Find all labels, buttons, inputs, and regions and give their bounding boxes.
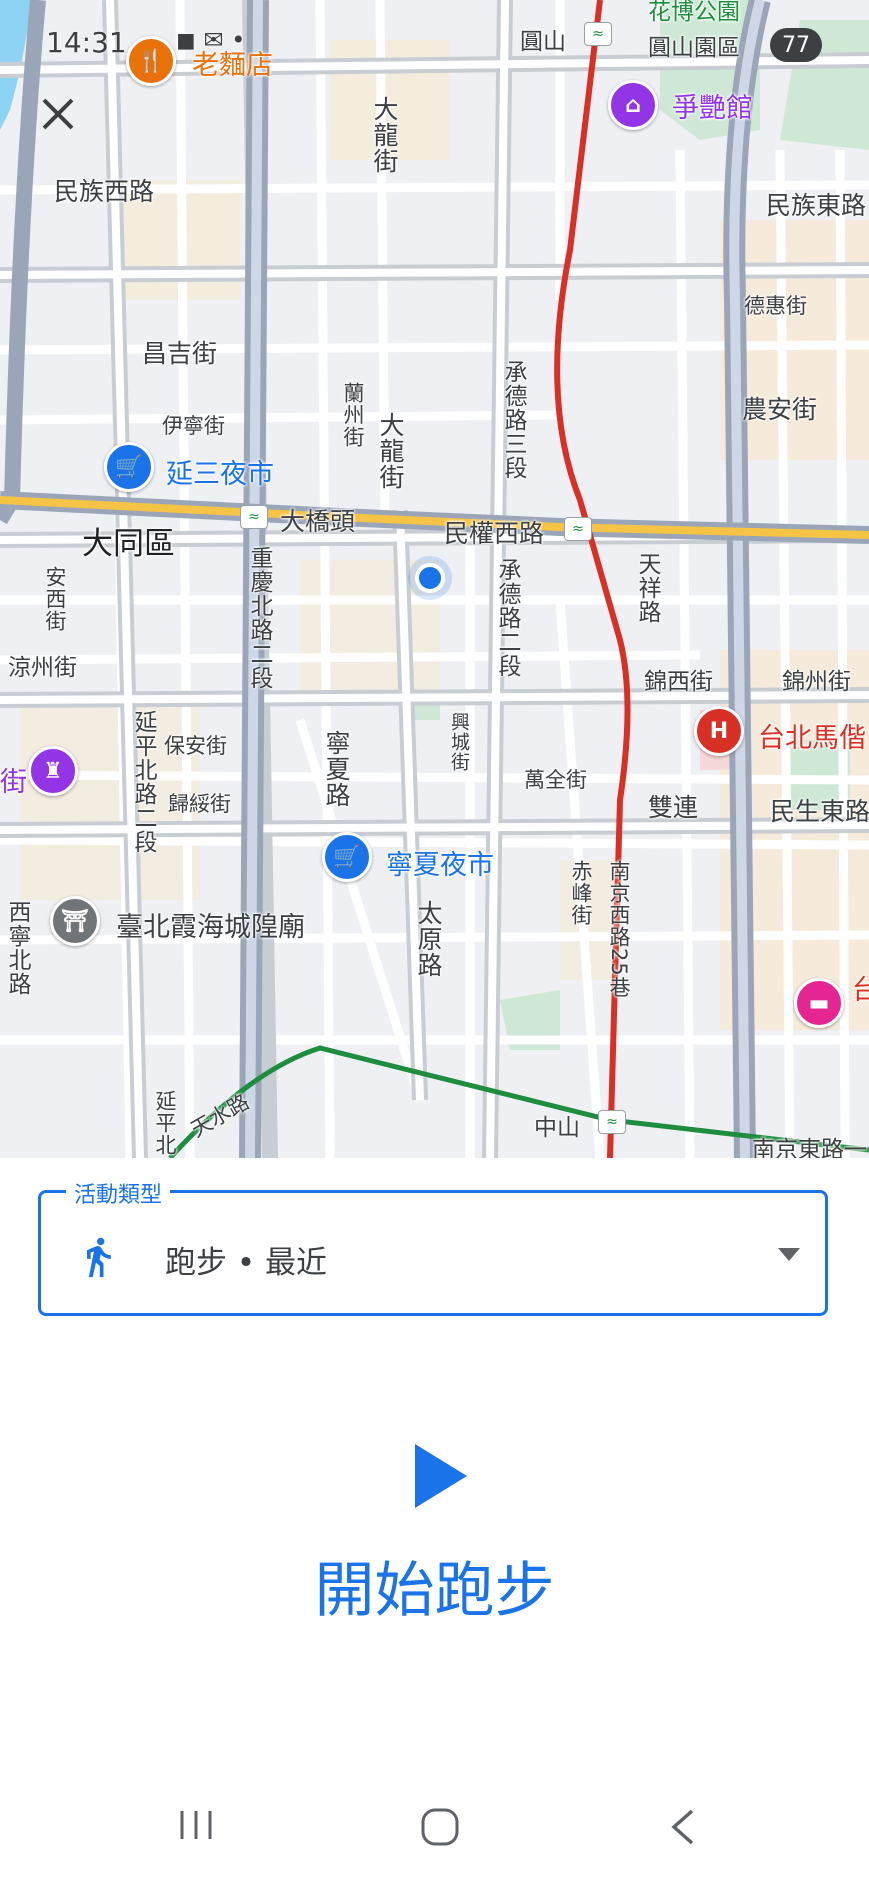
road-label: 西寧北路 xyxy=(4,900,30,996)
recent-apps-icon[interactable] xyxy=(176,1805,216,1845)
start-run-label[interactable]: 開始跑步 xyxy=(0,1542,869,1629)
dropdown-arrow-icon[interactable] xyxy=(778,1248,800,1261)
hospital-pin-icon[interactable]: H xyxy=(694,706,744,756)
road-label: 民生東路 xyxy=(770,797,869,826)
road-label: 延平北 xyxy=(153,1090,177,1156)
road-label: 南京西路25巷 xyxy=(607,860,631,999)
poi-ningxia-label[interactable]: 寧夏夜市 xyxy=(386,843,494,882)
road-label: 中山 xyxy=(534,1115,580,1141)
landmark-pin-icon[interactable]: ⌂ xyxy=(608,80,658,130)
metro-station-minquan-icon[interactable]: ≈ xyxy=(564,517,592,541)
road-label: 天祥路 xyxy=(634,552,660,624)
road-label: 寧夏路 xyxy=(322,730,351,808)
road-label: 民族東路 xyxy=(766,191,867,220)
road-label: 安西街 xyxy=(43,566,67,632)
poi-yansan-label[interactable]: 延三夜市 xyxy=(166,452,274,491)
road-label: 德惠街 xyxy=(744,294,807,318)
road-label: 農安街 xyxy=(742,395,818,424)
road-label: 承德路二段 xyxy=(494,558,520,678)
road-label: 興城街 xyxy=(448,712,470,772)
landmark-pin-icon[interactable]: ♜ xyxy=(28,746,78,796)
road-label: 重慶北路二段 xyxy=(246,546,272,690)
close-button[interactable] xyxy=(40,96,88,144)
poi-zhengyan-label[interactable]: 爭艷館 xyxy=(672,86,753,125)
close-icon xyxy=(42,98,74,130)
road-label: 民族西路 xyxy=(54,177,155,206)
status-time: 14:31 xyxy=(46,26,127,59)
road-label: 昌吉街 xyxy=(142,339,218,368)
park-label: 圓山園區 xyxy=(648,35,740,61)
restaurant-pin-icon[interactable]: 🍴 xyxy=(126,36,176,86)
activity-type-label: 活動類型 xyxy=(66,1177,171,1209)
poi-mackay-label[interactable]: 台北馬偕 xyxy=(758,716,866,755)
road-label: 延平北路二段 xyxy=(130,710,156,854)
road-label: 赤峰街 xyxy=(569,860,593,926)
home-icon[interactable] xyxy=(418,1805,462,1849)
road-label: 雙連 xyxy=(648,793,699,822)
metro-station-daqiaotou-icon[interactable]: ≈ xyxy=(240,505,268,529)
poi-right-edge-label: 台 xyxy=(852,975,869,1006)
poi-left-edge-label: 街 xyxy=(0,767,27,798)
district-label: 大同區 xyxy=(82,526,175,562)
road-label: 南京東路一 xyxy=(752,1137,867,1158)
metro-station-zhongshan-icon[interactable]: ≈ xyxy=(598,1110,626,1134)
running-icon xyxy=(87,1237,111,1278)
road-label: 萬全街 xyxy=(524,768,587,792)
road-label: 歸綏街 xyxy=(168,792,231,816)
play-icon[interactable] xyxy=(415,1444,467,1508)
road-label: 大橋頭 xyxy=(280,507,356,536)
activity-type-value[interactable]: 跑步 • 最近 xyxy=(165,1237,327,1282)
shopping-pin-icon[interactable]: 🛒 xyxy=(104,442,154,492)
poi-noodle-label[interactable]: 老麵店 xyxy=(192,43,273,82)
road-label: 圓山 xyxy=(520,29,566,55)
hotel-pin-icon[interactable]: ▬ xyxy=(794,978,844,1028)
road-label: 太原路 xyxy=(414,900,443,978)
road-label: 大龍街 xyxy=(370,96,399,174)
road-label: 民權西路 xyxy=(444,519,545,548)
road-label: 大龍街 xyxy=(376,412,405,490)
metro-station-yuanshan-icon[interactable]: ≈ xyxy=(584,22,612,46)
road-label: 錦州街 xyxy=(782,669,851,695)
road-label: 錦西街 xyxy=(644,669,713,695)
temple-pin-icon[interactable]: ⛩ xyxy=(50,896,100,946)
road-label: 保安街 xyxy=(164,734,227,758)
road-label: 伊寧街 xyxy=(162,414,225,438)
back-icon[interactable] xyxy=(664,1805,704,1849)
road-label: 蘭州街 xyxy=(341,382,365,448)
battery-indicator: 77 xyxy=(770,28,822,62)
road-label: 涼州街 xyxy=(8,655,77,681)
road-label: 承德路三段 xyxy=(500,360,526,480)
shopping-pin-icon[interactable]: 🛒 xyxy=(322,832,372,882)
park-label: 花博公園 xyxy=(648,0,740,25)
map-view[interactable]: ≈ ≈ ≈ ≈ 14:31 ◼ ✉ • 77 🍴 老麵店 ⌂ 爭艷館 🛒 延三夜… xyxy=(0,0,869,1158)
poi-xiahai-label[interactable]: 臺北霞海城隍廟 xyxy=(116,905,305,944)
